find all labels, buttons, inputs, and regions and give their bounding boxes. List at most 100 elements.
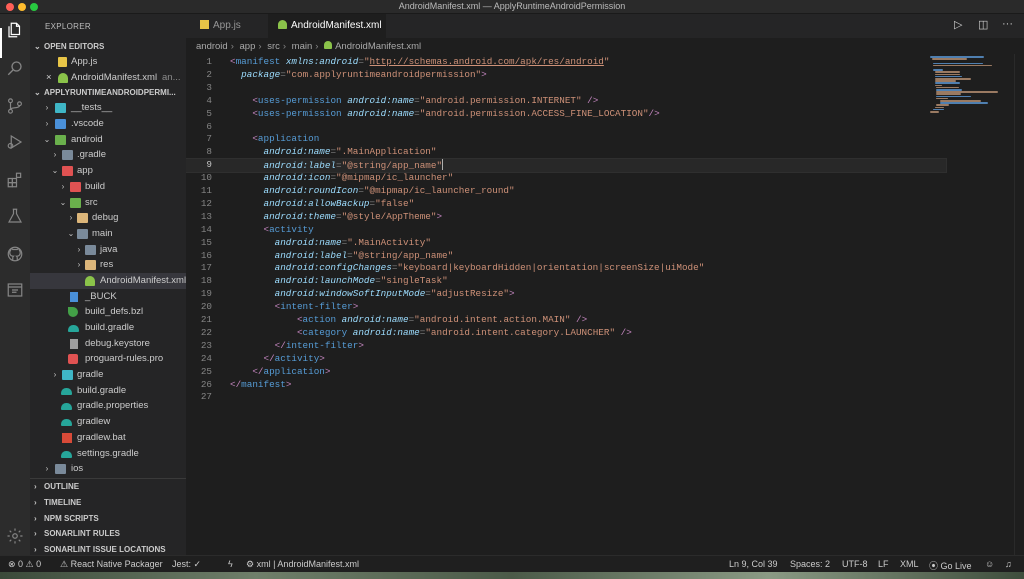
code-line[interactable]: 1 <manifest xmlns:android="http://schemas…: [186, 56, 946, 69]
tree-item[interactable]: › .gradle: [30, 147, 186, 163]
code-line[interactable]: 22 <category android:name="android.inten…: [186, 327, 946, 340]
tree-item[interactable]: gradlew.bat: [30, 430, 186, 446]
code-line[interactable]: 4 <uses-permission android:name="android…: [186, 95, 946, 108]
code-line[interactable]: 15 android:name=".MainActivity": [186, 237, 946, 250]
code-line[interactable]: 26 </manifest>: [186, 379, 946, 392]
code-line[interactable]: 7 <application: [186, 133, 946, 146]
code-line[interactable]: 14 <activity: [186, 224, 946, 237]
code-line[interactable]: 16 android:label="@string/app_name": [186, 250, 946, 263]
code-line[interactable]: 20 <intent-filter>: [186, 301, 946, 314]
breadcrumb-item[interactable]: app: [240, 41, 256, 52]
tree-item[interactable]: › java: [30, 242, 186, 258]
code-line[interactable]: 10 android:icon="@mipmap/ic_launcher": [186, 172, 946, 185]
tree-item[interactable]: › build: [30, 179, 186, 195]
tree-item[interactable]: _BUCK: [30, 289, 186, 305]
gradle-icon: [61, 387, 72, 395]
tree-item[interactable]: gradle.properties: [30, 398, 186, 414]
tree-item[interactable]: ⌄ android: [30, 132, 186, 148]
indentation[interactable]: Spaces: 2: [790, 559, 830, 569]
tree-item[interactable]: › res: [30, 257, 186, 273]
tree-item[interactable]: › .vscode: [30, 116, 186, 132]
lightning-icon[interactable]: ϟ: [228, 559, 233, 569]
code-line[interactable]: 12 android:allowBackup="false": [186, 198, 946, 211]
tree-item[interactable]: › ios: [30, 461, 186, 477]
testing-flask-icon[interactable]: [5, 206, 25, 226]
code-line[interactable]: 19 android:windowSoftInputMode="adjustRe…: [186, 288, 946, 301]
tree-item[interactable]: build_defs.bzl: [30, 304, 186, 320]
explorer-icon[interactable]: [5, 20, 25, 40]
tab-android-manifest[interactable]: AndroidManifest.xml: [268, 14, 386, 38]
code-line[interactable]: 27: [186, 391, 946, 404]
cursor-position[interactable]: Ln 9, Col 39: [729, 559, 778, 569]
tree-item[interactable]: build.gradle: [30, 383, 186, 399]
outline-section[interactable]: › OUTLINE: [30, 479, 186, 495]
tree-item-selected[interactable]: AndroidManifest.xml: [30, 272, 186, 289]
npm-scripts-section[interactable]: › NPM SCRIPTS: [30, 511, 186, 527]
tree-item-label: build_defs.bzl: [85, 306, 144, 318]
github-icon[interactable]: [5, 244, 25, 264]
react-native-packager[interactable]: ⚠ React Native Packager: [60, 559, 163, 570]
minimap[interactable]: [930, 54, 1012, 555]
editor-scrollbar[interactable]: [1014, 54, 1024, 555]
end-of-line[interactable]: LF: [878, 559, 889, 569]
tree-item[interactable]: proguard-rules.pro: [30, 351, 186, 367]
tree-item[interactable]: ⌄ src: [30, 195, 186, 211]
code-line[interactable]: 24 </activity>: [186, 353, 946, 366]
code-line[interactable]: 17 android:configChanges="keyboard|keybo…: [186, 262, 946, 275]
code-line[interactable]: 21 <action android:name="android.intent.…: [186, 314, 946, 327]
tree-item[interactable]: gradlew: [30, 414, 186, 430]
tree-item[interactable]: debug.keystore: [30, 336, 186, 352]
problems-indicator[interactable]: ⊗ 0 ⚠ 0: [8, 559, 41, 570]
close-icon[interactable]: ×: [46, 70, 52, 86]
language-mode[interactable]: XML: [900, 559, 919, 569]
search-icon[interactable]: [5, 58, 25, 78]
breadcrumb-item[interactable]: AndroidManifest.xml: [335, 41, 421, 52]
go-live-button[interactable]: ⦿ Go Live: [929, 559, 972, 572]
account-icon[interactable]: ☺: [985, 559, 994, 569]
run-icon[interactable]: ▷: [954, 18, 962, 31]
open-editor-item[interactable]: App.js: [30, 54, 186, 70]
tree-item[interactable]: build.gradle: [30, 320, 186, 336]
remote-explorer-icon[interactable]: [5, 280, 25, 300]
timeline-section[interactable]: › TIMELINE: [30, 495, 186, 511]
code-line[interactable]: 2 package="com.applyruntimeandroidpermis…: [186, 69, 946, 82]
code-line[interactable]: 9 android:label="@string/app_name": [186, 158, 947, 174]
code-line[interactable]: 23 </intent-filter>: [186, 340, 946, 353]
code-text: <activity: [263, 223, 314, 235]
tree-item[interactable]: › gradle: [30, 367, 186, 383]
breadcrumb-item[interactable]: android: [196, 41, 228, 52]
code-line[interactable]: 11 android:roundIcon="@mipmap/ic_launche…: [186, 185, 946, 198]
code-line[interactable]: 5 <uses-permission android:name="android…: [186, 108, 946, 121]
breadcrumb-item[interactable]: main: [292, 41, 313, 52]
split-editor-icon[interactable]: ◫: [978, 18, 988, 31]
encoding[interactable]: UTF-8: [842, 559, 868, 569]
code-line[interactable]: 18 android:launchMode="singleTask": [186, 275, 946, 288]
tree-item[interactable]: ⌄ app: [30, 163, 186, 179]
source-control-icon[interactable]: [5, 96, 25, 116]
language-info[interactable]: ⚙ xml | AndroidManifest.xml: [246, 559, 359, 570]
code-text: android:allowBackup="false": [263, 197, 415, 209]
extensions-icon[interactable]: [5, 170, 25, 190]
tree-item[interactable]: settings.gradle: [30, 446, 186, 462]
code-editor[interactable]: 1 <manifest xmlns:android="http://schemas…: [186, 54, 1024, 555]
tree-item[interactable]: › __tests__: [30, 100, 186, 116]
breadcrumb-item[interactable]: src: [267, 41, 280, 52]
notifications-bell-icon[interactable]: ♫: [1005, 559, 1012, 569]
run-debug-icon[interactable]: [5, 132, 25, 152]
sonarlint-issue-locations-section[interactable]: › SONARLINT ISSUE LOCATIONS: [30, 542, 186, 555]
code-line[interactable]: 25 </application>: [186, 366, 946, 379]
code-line[interactable]: 6: [186, 121, 946, 134]
code-line[interactable]: 3: [186, 82, 946, 95]
more-actions-icon[interactable]: ···: [1002, 18, 1013, 30]
open-editor-item-active[interactable]: × AndroidManifest.xml an...: [30, 70, 186, 86]
settings-gear-icon[interactable]: [5, 526, 25, 546]
project-section[interactable]: ⌄ APPLYRUNTIMEANDROIDPERMI...: [30, 85, 186, 100]
code-line[interactable]: 13 android:theme="@style/AppTheme">: [186, 211, 946, 224]
jest-status[interactable]: Jest: ✓: [172, 559, 201, 570]
tab-app-js[interactable]: App.js: [192, 14, 266, 38]
tree-item[interactable]: ⌄ main: [30, 226, 186, 242]
code-line[interactable]: 8 android:name=".MainApplication": [186, 146, 946, 159]
sonarlint-rules-section[interactable]: › SONARLINT RULES: [30, 526, 186, 542]
tree-item[interactable]: › debug: [30, 210, 186, 226]
open-editors-section[interactable]: ⌄ OPEN EDITORS: [30, 39, 186, 54]
